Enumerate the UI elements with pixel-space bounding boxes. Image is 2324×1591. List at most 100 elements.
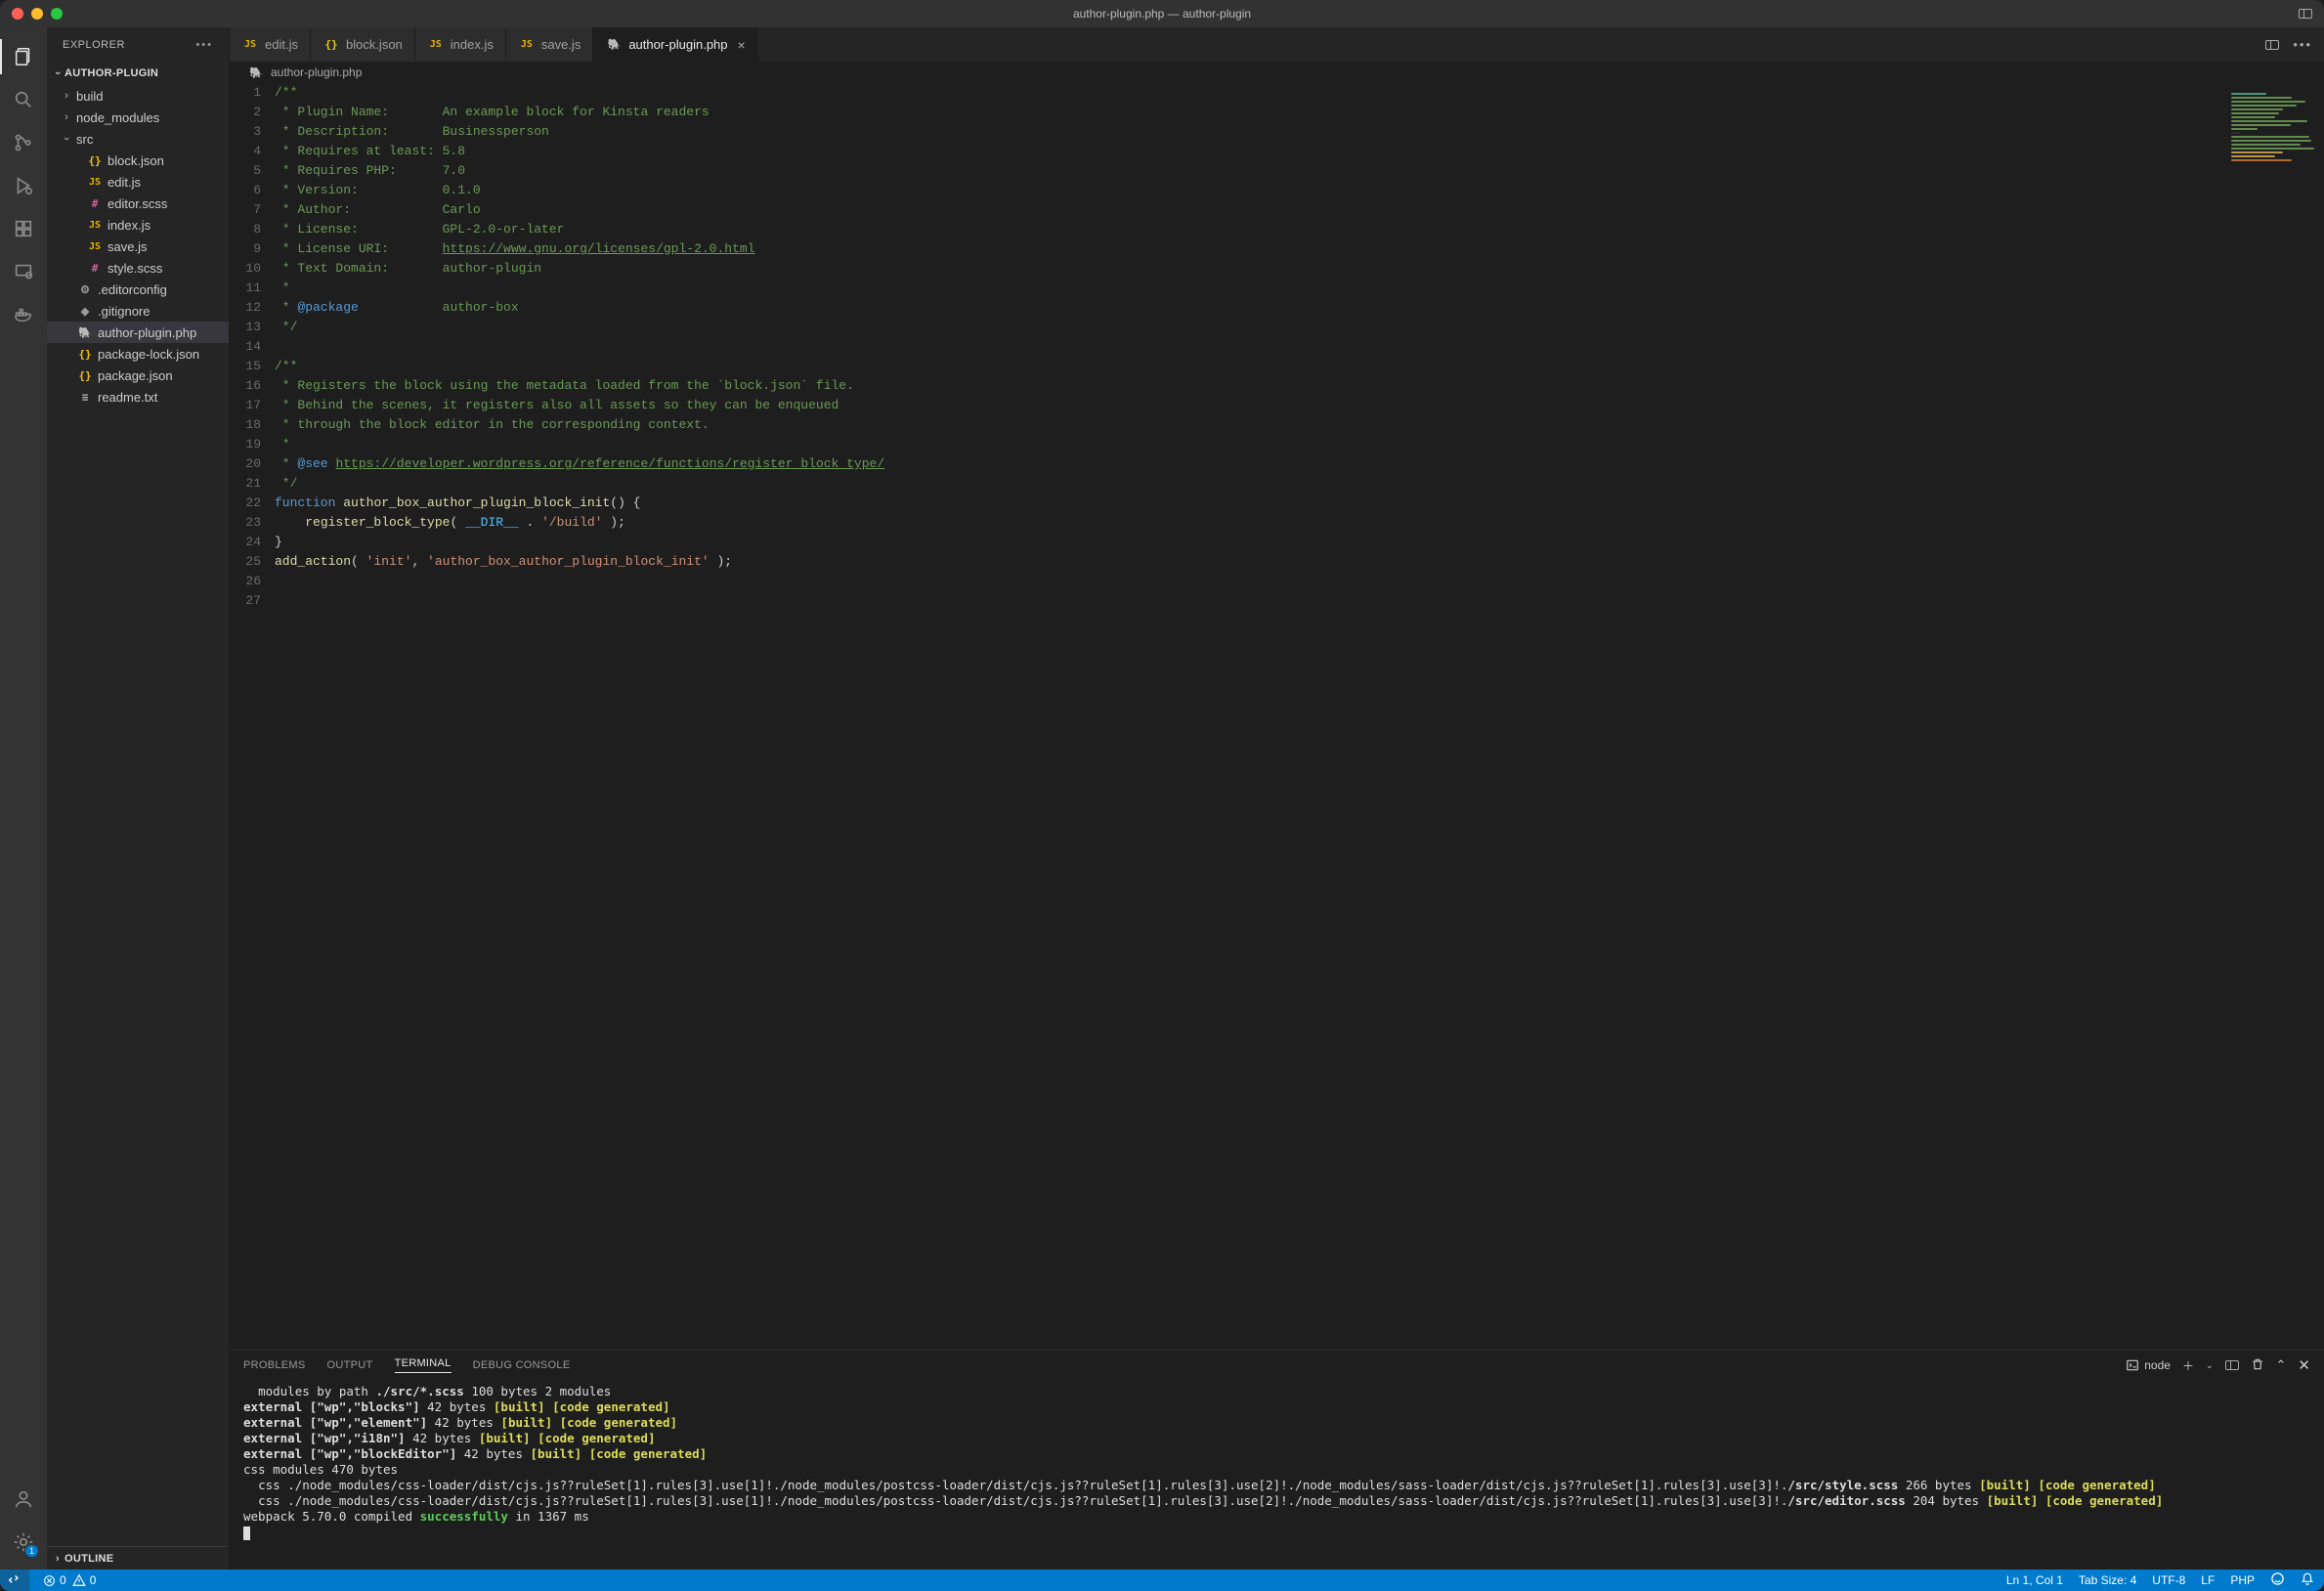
maximize-panel-icon[interactable]: ⌃ — [2276, 1357, 2287, 1373]
tab-problems[interactable]: PROBLEMS — [243, 1359, 306, 1371]
close-panel-icon[interactable]: ✕ — [2298, 1356, 2310, 1374]
tree-item-label: save.js — [108, 239, 229, 254]
tab-label: save.js — [541, 37, 581, 52]
breadcrumb-file: author-plugin.php — [271, 65, 362, 79]
tree-item-label: src — [76, 132, 229, 147]
editor-more-icon[interactable]: ••• — [2293, 37, 2312, 52]
activity-accounts[interactable] — [0, 1478, 47, 1521]
tree-folder[interactable]: ›src — [47, 128, 229, 150]
terminal-output[interactable]: modules by path ./src/*.scss 100 bytes 2… — [230, 1380, 2324, 1570]
tree-folder[interactable]: › build — [47, 85, 229, 107]
tree-item-label: index.js — [108, 218, 229, 233]
tab-label: block.json — [346, 37, 403, 52]
tree-file[interactable]: #style.scss — [47, 257, 229, 279]
status-tab-size[interactable]: Tab Size: 4 — [2079, 1573, 2136, 1587]
folder-name: AUTHOR-PLUGIN — [65, 67, 158, 79]
tree-file[interactable]: {}package-lock.json — [47, 343, 229, 365]
titlebar: author-plugin.php — author-plugin — [0, 0, 2324, 27]
editor-tab[interactable]: JSedit.js — [230, 27, 311, 62]
explorer-title: EXPLORER — [63, 39, 125, 51]
tab-label: author-plugin.php — [628, 37, 727, 52]
tree-file[interactable]: {}block.json — [47, 150, 229, 171]
file-tree: › build › node_modules ›src{}block.jsonJSedi… — [47, 85, 229, 1546]
chevron-icon: › — [61, 111, 72, 123]
tree-item-label: .editorconfig — [98, 282, 229, 297]
window-title: author-plugin.php — author-plugin — [1073, 7, 1251, 21]
tree-item-label: author-plugin.php — [98, 325, 229, 340]
window-zoom-button[interactable] — [51, 8, 63, 20]
activity-explorer[interactable] — [0, 35, 47, 78]
activity-search[interactable] — [0, 78, 47, 121]
tree-file[interactable]: 🐘author-plugin.php — [47, 322, 229, 343]
breadcrumbs[interactable]: 🐘 author-plugin.php — [230, 62, 2324, 83]
tree-file[interactable]: ⚙.editorconfig — [47, 279, 229, 300]
new-terminal-icon[interactable]: ＋ — [2182, 1357, 2194, 1374]
remote-window-button[interactable] — [0, 1570, 29, 1591]
tab-debug-console[interactable]: DEBUG CONSOLE — [473, 1359, 571, 1371]
code-editor[interactable]: 1234567891011121314151617181920212223242… — [230, 83, 2324, 1350]
tree-folder[interactable]: › node_modules — [47, 107, 229, 128]
tree-item-label: .gitignore — [98, 304, 229, 319]
tree-item-label: package-lock.json — [98, 347, 229, 362]
tab-terminal[interactable]: TERMINAL — [395, 1357, 452, 1373]
panel-tabs: PROBLEMS OUTPUT TERMINAL DEBUG CONSOLE n… — [230, 1351, 2324, 1380]
tree-file[interactable]: JSedit.js — [47, 171, 229, 193]
terminal-shell-label[interactable]: node — [2126, 1358, 2171, 1372]
terminal-dropdown-icon[interactable]: ⌄ — [2206, 1360, 2214, 1371]
window-close-button[interactable] — [12, 8, 23, 20]
outline-section-header[interactable]: › OUTLINE — [47, 1546, 229, 1570]
kill-terminal-icon[interactable] — [2251, 1357, 2264, 1374]
tree-item-label: block.json — [108, 153, 229, 168]
tree-file[interactable]: {}package.json — [47, 365, 229, 386]
editor-tab[interactable]: JSsave.js — [506, 27, 593, 62]
status-warnings[interactable]: 0 — [72, 1573, 97, 1587]
chevron-right-icon: › — [51, 1553, 65, 1565]
activity-extensions[interactable] — [0, 207, 47, 250]
outline-title: OUTLINE — [65, 1553, 113, 1565]
tab-label: edit.js — [265, 37, 298, 52]
layout-control-icon[interactable] — [2299, 9, 2312, 19]
editor-tab[interactable]: JSindex.js — [415, 27, 506, 62]
minimap[interactable] — [2230, 91, 2318, 159]
status-bar: 0 0 Ln 1, Col 1 Tab Size: 4 UTF-8 LF PHP — [0, 1570, 2324, 1591]
status-feedback-icon[interactable] — [2270, 1571, 2285, 1589]
bottom-panel: PROBLEMS OUTPUT TERMINAL DEBUG CONSOLE n… — [230, 1350, 2324, 1570]
window-minimize-button[interactable] — [31, 8, 43, 20]
tree-file[interactable]: JSindex.js — [47, 214, 229, 236]
editor-tabs: JSedit.js{}block.jsonJSindex.jsJSsave.js… — [230, 27, 2324, 62]
status-encoding[interactable]: UTF-8 — [2152, 1573, 2185, 1587]
editor-tab[interactable]: 🐘author-plugin.php× — [593, 27, 757, 62]
explorer-more-icon[interactable]: ••• — [195, 39, 213, 51]
sidebar-header: EXPLORER ••• — [47, 27, 229, 62]
php-icon: 🐘 — [247, 66, 265, 79]
chevron-down-icon: › — [52, 66, 64, 80]
tree-item-label: package.json — [98, 368, 229, 383]
activity-docker[interactable] — [0, 293, 47, 336]
activity-bar: 1 — [0, 27, 47, 1570]
tree-item-label: style.scss — [108, 261, 229, 276]
status-line-col[interactable]: Ln 1, Col 1 — [2006, 1573, 2063, 1587]
sidebar: EXPLORER ••• › AUTHOR-PLUGIN › build › node… — [47, 27, 230, 1570]
tab-close-icon[interactable]: × — [738, 37, 746, 53]
split-editor-icon[interactable] — [2265, 40, 2279, 50]
tree-file[interactable]: #editor.scss — [47, 193, 229, 214]
status-notifications-icon[interactable] — [2301, 1572, 2314, 1589]
tree-file[interactable]: JSsave.js — [47, 236, 229, 257]
editor-tab[interactable]: {}block.json — [311, 27, 415, 62]
chevron-icon: › — [61, 90, 72, 102]
status-eol[interactable]: LF — [2201, 1573, 2215, 1587]
activity-settings[interactable]: 1 — [0, 1521, 47, 1564]
tree-item-label: node_modules — [76, 110, 229, 125]
activity-remote-explorer[interactable] — [0, 250, 47, 293]
tree-file[interactable]: ◆.gitignore — [47, 300, 229, 322]
folder-section-header[interactable]: › AUTHOR-PLUGIN — [47, 62, 229, 85]
tree-item-label: editor.scss — [108, 196, 229, 211]
status-language[interactable]: PHP — [2230, 1573, 2255, 1587]
tree-file[interactable]: ≡readme.txt — [47, 386, 229, 408]
split-terminal-icon[interactable] — [2225, 1360, 2239, 1370]
activity-source-control[interactable] — [0, 121, 47, 164]
status-errors[interactable]: 0 — [43, 1573, 66, 1587]
tab-output[interactable]: OUTPUT — [327, 1359, 373, 1371]
activity-run-debug[interactable] — [0, 164, 47, 207]
tree-item-label: build — [76, 89, 229, 104]
